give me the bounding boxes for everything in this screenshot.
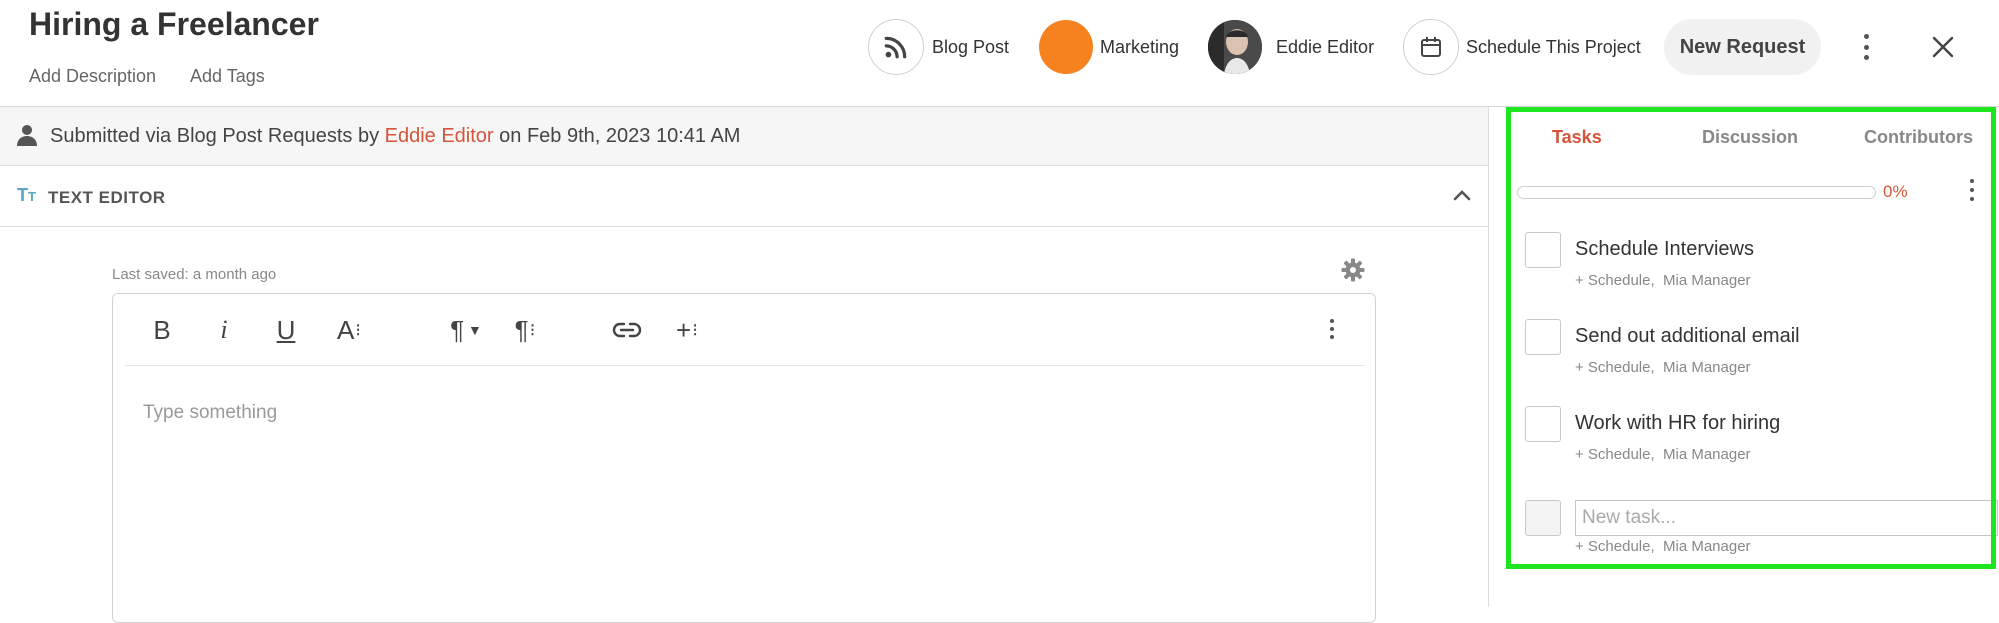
font-options-glyph: A (336, 314, 355, 345)
text-editor-header[interactable]: TT TEXT EDITOR (0, 166, 1488, 227)
paragraph-format-button[interactable]: ¶ ▼ (443, 312, 489, 348)
bold-button[interactable]: B (147, 312, 177, 348)
caret-down-icon: ▼ (468, 322, 482, 338)
link-icon[interactable] (609, 312, 645, 348)
project-header: Hiring a Freelancer Add Description Add … (0, 0, 1999, 107)
add-description-link[interactable]: Add Description (29, 66, 156, 87)
submission-text: Submitted via Blog Post Requests by Eddi… (50, 125, 740, 148)
chevron-up-icon[interactable] (1452, 188, 1472, 204)
gear-icon[interactable] (1341, 258, 1365, 282)
highlight-box (1506, 107, 1996, 569)
submission-prefix: Submitted via Blog Post Requests by (50, 125, 380, 147)
more-options-icon[interactable] (1329, 319, 1335, 339)
insert-button[interactable]: + ⁝ (669, 312, 705, 348)
workflow-label[interactable]: Marketing (1100, 37, 1179, 58)
add-tags-link[interactable]: Add Tags (190, 66, 265, 87)
underline-button[interactable]: U (271, 312, 301, 348)
text-editor-label: TEXT EDITOR (48, 188, 166, 207)
text-size-icon: TT (17, 185, 36, 205)
insert-glyph: + (676, 314, 692, 345)
more-options-icon: ⁝ (355, 319, 362, 340)
rss-icon[interactable] (868, 19, 924, 75)
more-options-icon: ⁝ (692, 319, 698, 340)
paragraph-options-glyph: ¶ (514, 314, 529, 345)
avatar[interactable] (1208, 20, 1262, 74)
editor-toolbar: B i U A ⁝ ¶ ▼ ¶ ⁝ + ⁝ (125, 294, 1365, 366)
new-request-button[interactable]: New Request (1664, 19, 1821, 75)
italic-button[interactable]: i (209, 312, 239, 348)
paragraph-options-button[interactable]: ¶ ⁝ (507, 312, 543, 348)
marketing-color-dot[interactable] (1039, 20, 1093, 74)
calendar-icon[interactable] (1403, 19, 1459, 75)
more-options-icon[interactable] (1862, 34, 1870, 60)
user-icon (15, 123, 39, 147)
editor-placeholder[interactable]: Type something (143, 402, 277, 424)
submission-date: on Feb 9th, 2023 10:41 AM (499, 125, 741, 147)
assignee-label[interactable]: Eddie Editor (1276, 37, 1374, 58)
more-options-icon: ⁝ (529, 319, 536, 340)
content-type-label[interactable]: Blog Post (932, 37, 1009, 58)
font-options-button[interactable]: A ⁝ (331, 312, 367, 348)
page-title[interactable]: Hiring a Freelancer (29, 6, 319, 43)
rich-text-editor: B i U A ⁝ ¶ ▼ ¶ ⁝ + ⁝ Type something (112, 293, 1376, 623)
last-saved-text: Last saved: a month ago (112, 266, 277, 283)
submission-info-bar: Submitted via Blog Post Requests by Eddi… (0, 107, 1488, 166)
schedule-project-label[interactable]: Schedule This Project (1466, 37, 1641, 58)
submitter-link[interactable]: Eddie Editor (385, 125, 494, 147)
paragraph-glyph: ¶ (450, 314, 465, 345)
close-icon[interactable] (1930, 34, 1956, 60)
